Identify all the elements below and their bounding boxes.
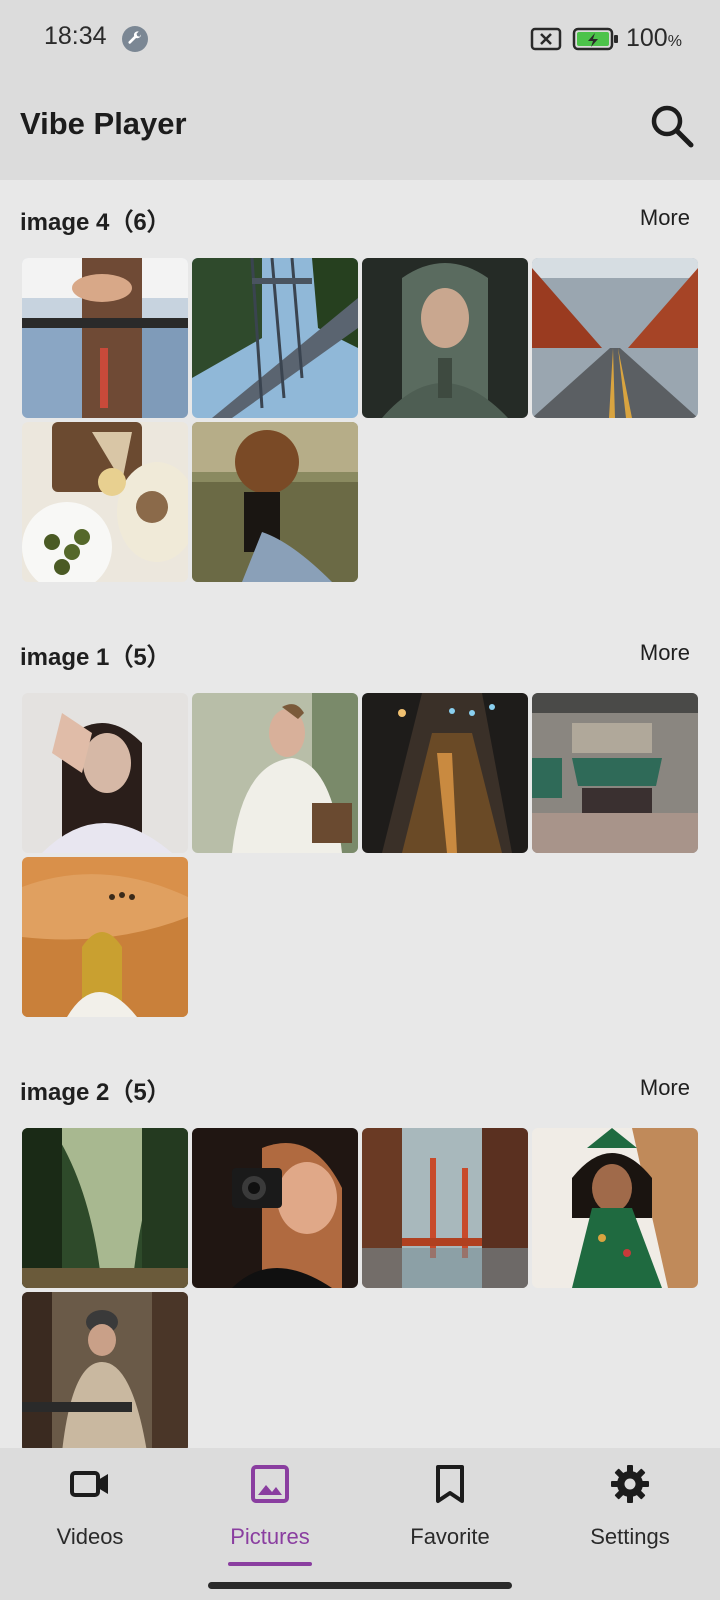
thumbnail[interactable] [22, 857, 188, 1017]
thumbnail[interactable] [532, 1128, 698, 1288]
image-icon [251, 1465, 289, 1503]
bottom-navigation: Videos Pictures Favorite Settings [0, 1448, 720, 1600]
thumbnail[interactable] [362, 258, 528, 418]
gesture-bar [208, 1582, 512, 1589]
search-icon [651, 105, 694, 148]
more-button[interactable]: More [640, 205, 690, 231]
album-section: image 4（6） More [0, 180, 720, 582]
bookmark-icon [436, 1465, 464, 1503]
nav-settings[interactable]: Settings [540, 1448, 720, 1578]
album-title: image 1（5） [20, 644, 171, 671]
album-section: image 1（5） More [0, 615, 720, 1017]
thumbnail[interactable] [22, 693, 188, 853]
app-bar: Vibe Player [0, 80, 720, 180]
album-title: image 2（5） [20, 1079, 171, 1106]
thumbnail[interactable] [192, 258, 358, 418]
nav-label: Settings [590, 1524, 670, 1549]
search-button[interactable] [646, 100, 698, 152]
thumbnail[interactable] [532, 693, 698, 853]
gear-icon [611, 1465, 649, 1503]
nav-label: Pictures [230, 1524, 310, 1549]
battery-level: 100% [626, 24, 682, 52]
thumbnail[interactable] [22, 1128, 188, 1288]
thumbnail-grid [22, 1128, 702, 1448]
nav-videos[interactable]: Videos [0, 1448, 180, 1578]
more-button[interactable]: More [640, 1075, 690, 1101]
no-sim-icon [530, 26, 562, 57]
thumbnail[interactable] [532, 258, 698, 418]
active-indicator [228, 1562, 312, 1566]
nav-label: Favorite [410, 1524, 490, 1549]
thumbnail[interactable] [22, 1292, 188, 1448]
app-title: Vibe Player [20, 106, 187, 141]
video-camera-icon [70, 1471, 108, 1497]
album-section: image 2（5） More [0, 1050, 720, 1448]
thumbnail-grid [22, 258, 702, 582]
nav-label: Videos [56, 1524, 124, 1549]
thumbnail-grid [22, 693, 702, 1017]
thumbnail[interactable] [22, 422, 188, 582]
thumbnail[interactable] [192, 693, 358, 853]
album-header: image 4（6） More [0, 180, 720, 250]
status-time: 18:34 [44, 22, 107, 50]
thumbnail[interactable] [22, 258, 188, 418]
battery-charging-icon [572, 25, 620, 58]
wrench-icon [122, 26, 148, 52]
more-button[interactable]: More [640, 640, 690, 666]
thumbnail[interactable] [192, 1128, 358, 1288]
nav-favorite[interactable]: Favorite [360, 1448, 540, 1578]
album-header: image 1（5） More [0, 615, 720, 685]
thumbnail[interactable] [362, 1128, 528, 1288]
picture-list[interactable]: image 4（6） More image 1（5） More image 2（… [0, 180, 720, 1448]
thumbnail[interactable] [192, 422, 358, 582]
nav-pictures[interactable]: Pictures [180, 1448, 360, 1578]
album-title: image 4（6） [20, 209, 171, 236]
thumbnail[interactable] [362, 693, 528, 853]
album-header: image 2（5） More [0, 1050, 720, 1120]
status-bar: 18:34 100% [0, 0, 720, 80]
